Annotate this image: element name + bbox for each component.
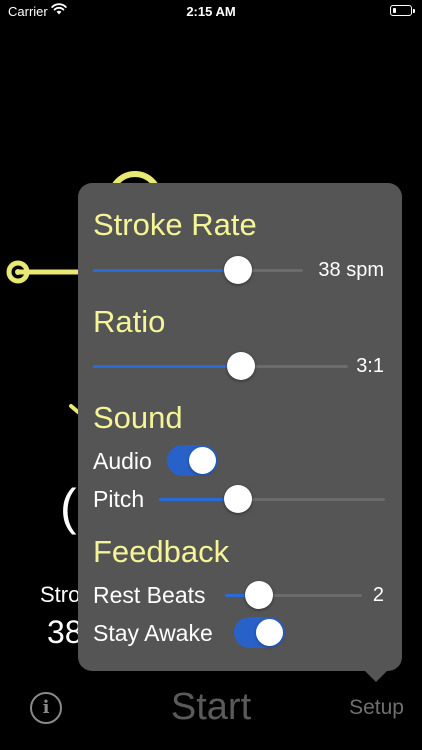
background-paren: (	[60, 479, 77, 535]
popover-arrow	[364, 670, 388, 682]
audio-toggle[interactable]	[167, 445, 218, 476]
ratio-title: Ratio	[93, 304, 166, 339]
setup-button[interactable]: Setup	[349, 696, 404, 720]
rest-beats-label: Rest Beats	[93, 582, 206, 608]
stroke-rate-slider[interactable]	[93, 255, 303, 285]
pitch-label: Pitch	[93, 486, 145, 512]
slider-thumb[interactable]	[224, 485, 253, 513]
rest-beats-value: 2	[372, 584, 384, 606]
diagram-tick	[69, 404, 80, 414]
rest-beats-slider[interactable]	[225, 580, 362, 610]
audio-label: Audio	[93, 448, 152, 474]
stroke-rate-title: Stroke Rate	[93, 207, 257, 242]
toggle-knob	[189, 447, 216, 474]
bottom-toolbar: i Start Setup	[0, 676, 422, 750]
slider-thumb[interactable]	[245, 581, 274, 609]
sound-title: Sound	[93, 400, 183, 435]
ratio-slider[interactable]	[93, 351, 348, 381]
stroke-label: Stro	[40, 582, 81, 607]
slider-thumb[interactable]	[223, 256, 252, 284]
diagram-handle-dot	[15, 269, 21, 275]
ratio-value: 3:1	[356, 355, 384, 377]
toggle-knob	[256, 619, 283, 646]
slider-fill	[93, 365, 241, 368]
slider-fill	[93, 269, 238, 272]
stay-awake-label: Stay Awake	[93, 620, 213, 646]
setup-popover: Stroke Rate 38 spm Ratio 3:1 Sound Audio…	[78, 183, 402, 671]
stay-awake-toggle[interactable]	[234, 617, 285, 648]
feedback-title: Feedback	[93, 534, 230, 569]
slider-thumb[interactable]	[226, 352, 255, 380]
pitch-slider[interactable]	[159, 484, 385, 514]
stroke-rate-value: 38 spm	[318, 259, 384, 281]
